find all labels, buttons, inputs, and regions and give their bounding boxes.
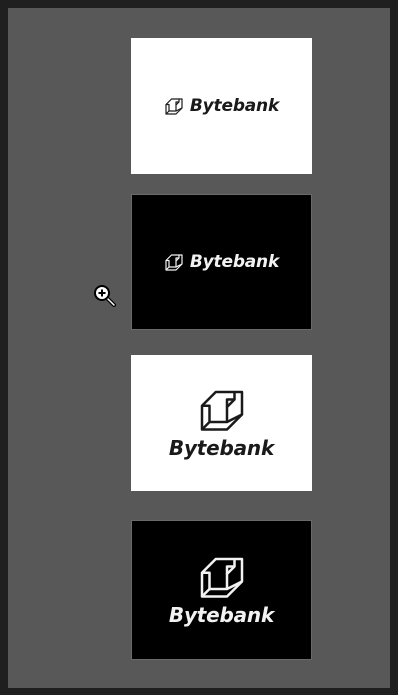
bytebank-cube-logo-icon <box>197 554 247 599</box>
brand-wordmark: Bytebank <box>189 96 280 116</box>
logo-card-horizontal-dark: Bytebank <box>131 194 312 330</box>
bytebank-cube-logo-icon <box>164 253 184 271</box>
image-viewer-canvas: Bytebank Bytebank Bytebank Bytebank <box>8 8 390 688</box>
zoom-in-cursor-icon[interactable] <box>93 284 117 308</box>
brand-wordmark: Bytebank <box>168 435 275 460</box>
brand-wordmark: Bytebank <box>168 602 275 627</box>
logo-card-stacked-light: Bytebank <box>131 355 312 491</box>
bytebank-cube-logo-icon <box>164 97 184 115</box>
logo-card-stacked-dark: Bytebank <box>131 520 312 660</box>
bytebank-cube-logo-icon <box>197 387 247 432</box>
logo-card-horizontal-light: Bytebank <box>131 38 312 174</box>
brand-wordmark: Bytebank <box>189 252 280 272</box>
